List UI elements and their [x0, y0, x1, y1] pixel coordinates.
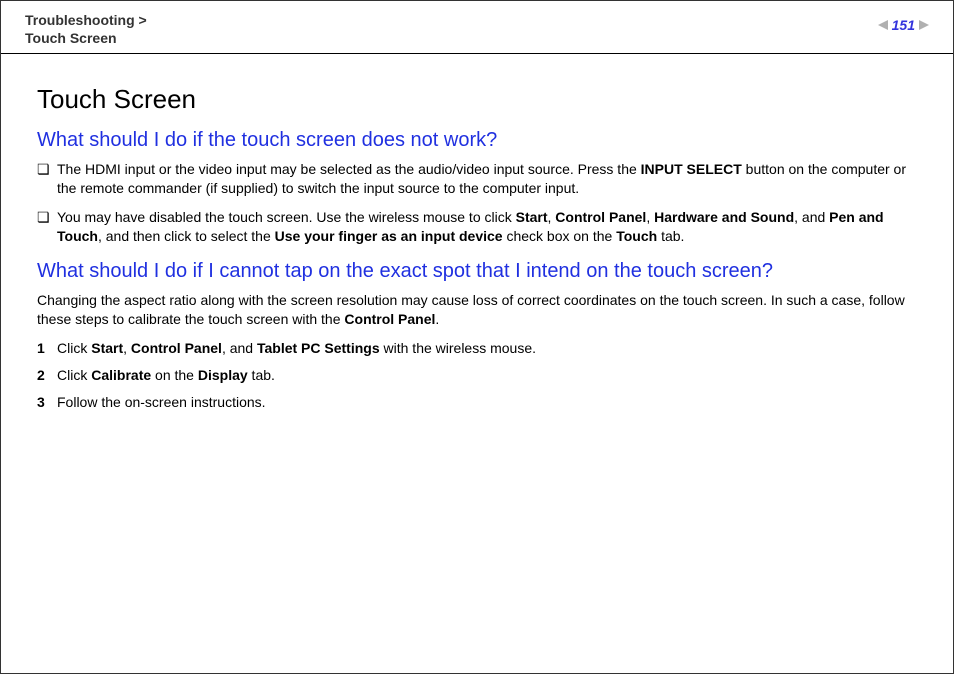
- page-nav: 151: [878, 17, 929, 33]
- list-item: 1 Click Start, Control Panel, and Tablet…: [37, 339, 917, 358]
- breadcrumb-page: Touch Screen: [25, 30, 117, 46]
- bullet-text: You may have disabled the touch screen. …: [57, 208, 917, 246]
- list-item: 3 Follow the on-screen instructions.: [37, 393, 917, 412]
- page-header: Troubleshooting > Touch Screen 151: [1, 1, 953, 54]
- breadcrumb-section: Troubleshooting: [25, 12, 135, 28]
- paragraph: Changing the aspect ratio along with the…: [37, 291, 917, 329]
- breadcrumb: Troubleshooting > Touch Screen: [25, 11, 147, 47]
- bullet-icon: ❏: [37, 208, 57, 227]
- section-heading-2: What should I do if I cannot tap on the …: [37, 260, 917, 283]
- document-page: Troubleshooting > Touch Screen 151 Touch…: [0, 0, 954, 674]
- bullet-icon: ❏: [37, 160, 57, 179]
- breadcrumb-sep: >: [135, 12, 147, 28]
- numbered-list: 1 Click Start, Control Panel, and Tablet…: [37, 339, 917, 412]
- bullet-list-1: ❏ The HDMI input or the video input may …: [37, 160, 917, 246]
- step-text: Follow the on-screen instructions.: [57, 393, 266, 412]
- page-content: Touch Screen What should I do if the tou…: [1, 54, 953, 411]
- page-number: 151: [892, 17, 915, 33]
- list-item: 2 Click Calibrate on the Display tab.: [37, 366, 917, 385]
- prev-page-icon[interactable]: [878, 20, 888, 30]
- list-item: ❏ The HDMI input or the video input may …: [37, 160, 917, 198]
- step-number: 3: [37, 393, 57, 412]
- section-heading-1: What should I do if the touch screen doe…: [37, 129, 917, 152]
- list-item: ❏ You may have disabled the touch screen…: [37, 208, 917, 246]
- step-number: 2: [37, 366, 57, 385]
- page-title: Touch Screen: [37, 84, 917, 115]
- bullet-text: The HDMI input or the video input may be…: [57, 160, 917, 198]
- step-number: 1: [37, 339, 57, 358]
- step-text: Click Start, Control Panel, and Tablet P…: [57, 339, 536, 358]
- step-text: Click Calibrate on the Display tab.: [57, 366, 275, 385]
- next-page-icon[interactable]: [919, 20, 929, 30]
